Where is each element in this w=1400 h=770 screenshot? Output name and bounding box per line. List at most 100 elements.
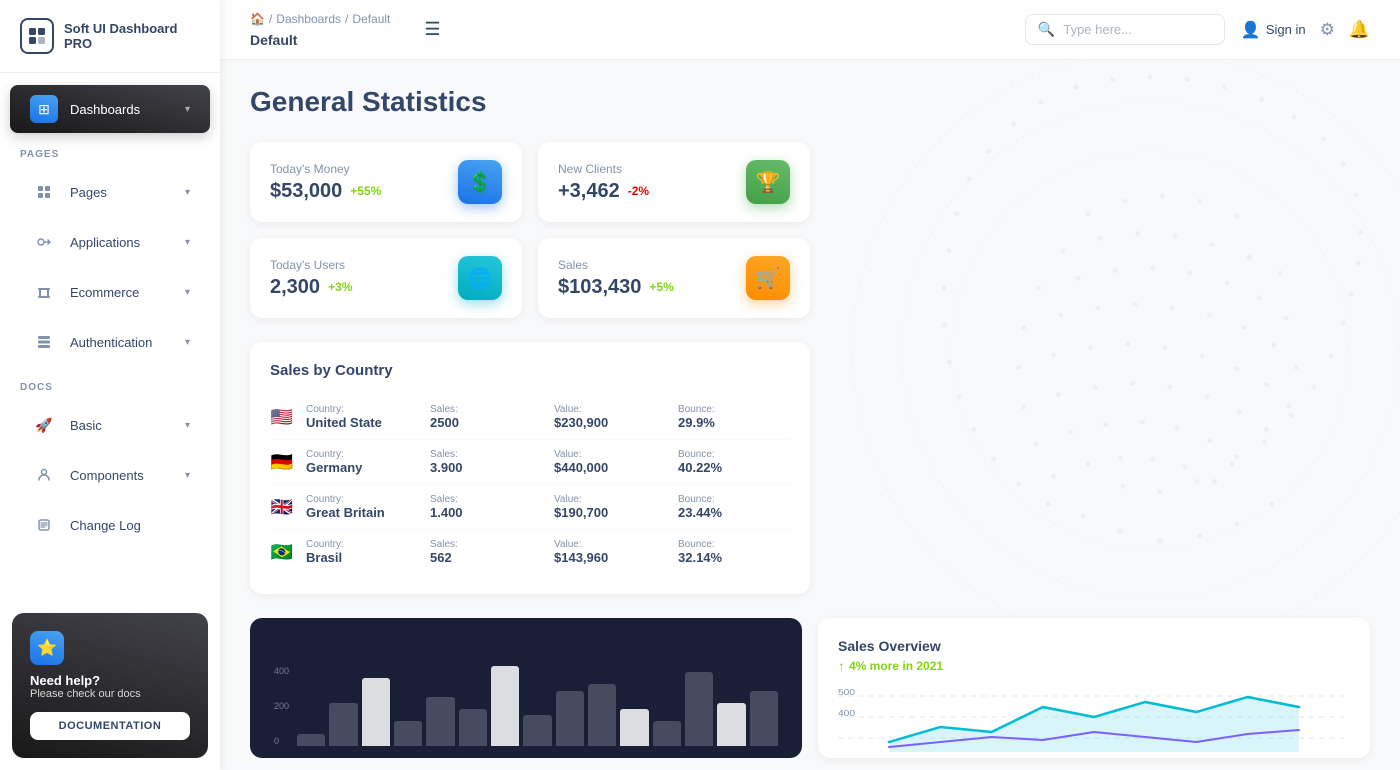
chevron-down-icon: ▾ xyxy=(185,287,190,298)
sidebar-item-components[interactable]: Components ▾ xyxy=(10,451,210,499)
help-subtitle: Please check our docs xyxy=(30,688,141,700)
money-label: Today's Money xyxy=(270,162,381,176)
chevron-down-icon: ▾ xyxy=(185,104,190,115)
chevron-down-icon: ▾ xyxy=(185,237,190,248)
sidebar-item-ecommerce[interactable]: Ecommerce ▾ xyxy=(10,268,210,316)
sidebar-item-pages[interactable]: Pages ▾ xyxy=(10,168,210,216)
country-name-usa: Country: United State xyxy=(306,404,418,430)
bar-6 xyxy=(491,666,519,746)
users-change: +3% xyxy=(328,280,352,294)
user-icon: 👤 xyxy=(1241,20,1261,40)
country-bounce-uk: Bounce: 23.44% xyxy=(678,494,790,520)
signin-button[interactable]: 👤 Sign in xyxy=(1241,20,1306,40)
dashboards-icon: ⊞ xyxy=(30,95,58,123)
docs-section-label: DOCS xyxy=(0,368,220,399)
search-icon: 🔍 xyxy=(1038,21,1055,38)
sales-change: +5% xyxy=(649,280,673,294)
money-change: +55% xyxy=(350,184,381,198)
sidebar-item-pages-label: Pages xyxy=(70,185,107,200)
settings-icon[interactable]: ⚙ xyxy=(1320,20,1335,40)
country-value-brazil: Value: $143,960 xyxy=(554,539,666,565)
users-label: Today's Users xyxy=(270,258,352,272)
country-sales-usa: Sales: 2500 xyxy=(430,404,542,430)
logo-icon xyxy=(20,18,54,54)
country-sales-germany: Sales: 3.900 xyxy=(430,449,542,475)
bar-10 xyxy=(620,709,648,746)
sidebar-item-basic-label: Basic xyxy=(70,418,102,433)
money-value: $53,000 xyxy=(270,180,342,203)
sales-overview-change: 4% more in 2021 xyxy=(849,659,943,673)
sidebar-item-changelog[interactable]: Change Log xyxy=(10,501,210,549)
country-value-uk: Value: $190,700 xyxy=(554,494,666,520)
breadcrumb-dashboards: Dashboards xyxy=(276,12,341,26)
stat-cards-grid: Today's Money $53,000 +55% 💲 New Clients… xyxy=(250,142,810,318)
sales-by-country-title: Sales by Country xyxy=(270,362,790,379)
stat-card-sales: Sales $103,430 +5% 🛒 xyxy=(538,238,810,318)
users-value: 2,300 xyxy=(270,276,320,299)
page-title: Default xyxy=(250,32,297,48)
sidebar-item-applications[interactable]: Applications ▾ xyxy=(10,218,210,266)
sales-overview-card: Sales Overview ↑ 4% more in 2021 500 400 xyxy=(818,618,1370,758)
country-bounce-germany: Bounce: 40.22% xyxy=(678,449,790,475)
y-label-200: 200 xyxy=(274,701,289,711)
country-row-germany: 🇩🇪 Country: Germany Sales: 3.900 Value: … xyxy=(270,440,790,485)
bar-3 xyxy=(394,721,422,746)
search-box[interactable]: 🔍 xyxy=(1025,14,1225,45)
authentication-icon xyxy=(30,328,58,356)
chevron-down-icon: ▾ xyxy=(185,187,190,198)
country-bounce-usa: Bounce: 29.9% xyxy=(678,404,790,430)
bar-12 xyxy=(685,672,713,746)
bar-0 xyxy=(297,734,325,746)
bar-1 xyxy=(329,703,357,746)
breadcrumb-current: Default xyxy=(352,12,390,26)
bell-icon[interactable]: 🔔 xyxy=(1349,20,1370,40)
sidebar-item-dashboards-label: Dashboards xyxy=(70,102,140,117)
clients-label: New Clients xyxy=(558,162,649,176)
country-bounce-brazil: Bounce: 32.14% xyxy=(678,539,790,565)
country-sales-uk: Sales: 1.400 xyxy=(430,494,542,520)
stat-card-money: Today's Money $53,000 +55% 💲 xyxy=(250,142,522,222)
menu-button[interactable]: ☰ xyxy=(416,15,448,44)
country-row-usa: 🇺🇸 Country: United State Sales: 2500 Val… xyxy=(270,395,790,440)
main-area: 🏠 / Dashboards / Default Default ☰ 🔍 👤 S… xyxy=(220,0,1400,770)
bar-5 xyxy=(459,709,487,746)
country-sales-brazil: Sales: 562 xyxy=(430,539,542,565)
bar-2 xyxy=(362,678,390,746)
sidebar-item-basic[interactable]: 🚀 Basic ▾ xyxy=(10,401,210,449)
country-table: 🇺🇸 Country: United State Sales: 2500 Val… xyxy=(270,395,790,574)
topbar: 🏠 / Dashboards / Default Default ☰ 🔍 👤 S… xyxy=(220,0,1400,60)
clients-value: +3,462 xyxy=(558,180,620,203)
sidebar-item-dashboards[interactable]: ⊞ Dashboards ▾ xyxy=(10,85,210,133)
flag-germany: 🇩🇪 xyxy=(270,454,294,470)
changelog-icon xyxy=(30,511,58,539)
sidebar-item-authentication-label: Authentication xyxy=(70,335,152,350)
sidebar-nav: ⊞ Dashboards ▾ PAGES Pages ▾ Application… xyxy=(0,73,220,601)
country-row-uk: 🇬🇧 Country: Great Britain Sales: 1.400 V… xyxy=(270,485,790,530)
users-icon: 🌐 xyxy=(458,256,502,300)
sidebar-item-changelog-label: Change Log xyxy=(70,518,141,533)
bar-9 xyxy=(588,684,616,746)
pages-section-label: PAGES xyxy=(0,135,220,166)
svg-text:400: 400 xyxy=(838,709,855,718)
help-star-icon: ⭐ xyxy=(30,631,64,665)
money-icon: 💲 xyxy=(458,160,502,204)
sidebar-item-authentication[interactable]: Authentication ▾ xyxy=(10,318,210,366)
country-name-uk: Country: Great Britain xyxy=(306,494,418,520)
basic-icon: 🚀 xyxy=(30,411,58,439)
applications-icon xyxy=(30,228,58,256)
flag-uk: 🇬🇧 xyxy=(270,499,294,515)
components-icon xyxy=(30,461,58,489)
bar-chart-card: 400 200 0 xyxy=(250,618,802,758)
sidebar-logo-text: Soft UI Dashboard PRO xyxy=(64,21,200,51)
sidebar: Soft UI Dashboard PRO ⊞ Dashboards ▾ PAG… xyxy=(0,0,220,770)
search-input[interactable] xyxy=(1063,22,1212,37)
sidebar-item-components-label: Components xyxy=(70,468,144,483)
chevron-down-icon: ▾ xyxy=(185,470,190,481)
country-name-germany: Country: Germany xyxy=(306,449,418,475)
documentation-button[interactable]: DOCUMENTATION xyxy=(30,712,190,740)
help-title: Need help? xyxy=(30,673,141,688)
bar-14 xyxy=(750,691,778,746)
sales-overview-chart: 500 400 xyxy=(838,682,1350,752)
flag-brazil: 🇧🇷 xyxy=(270,544,294,560)
sales-icon: 🛒 xyxy=(746,256,790,300)
